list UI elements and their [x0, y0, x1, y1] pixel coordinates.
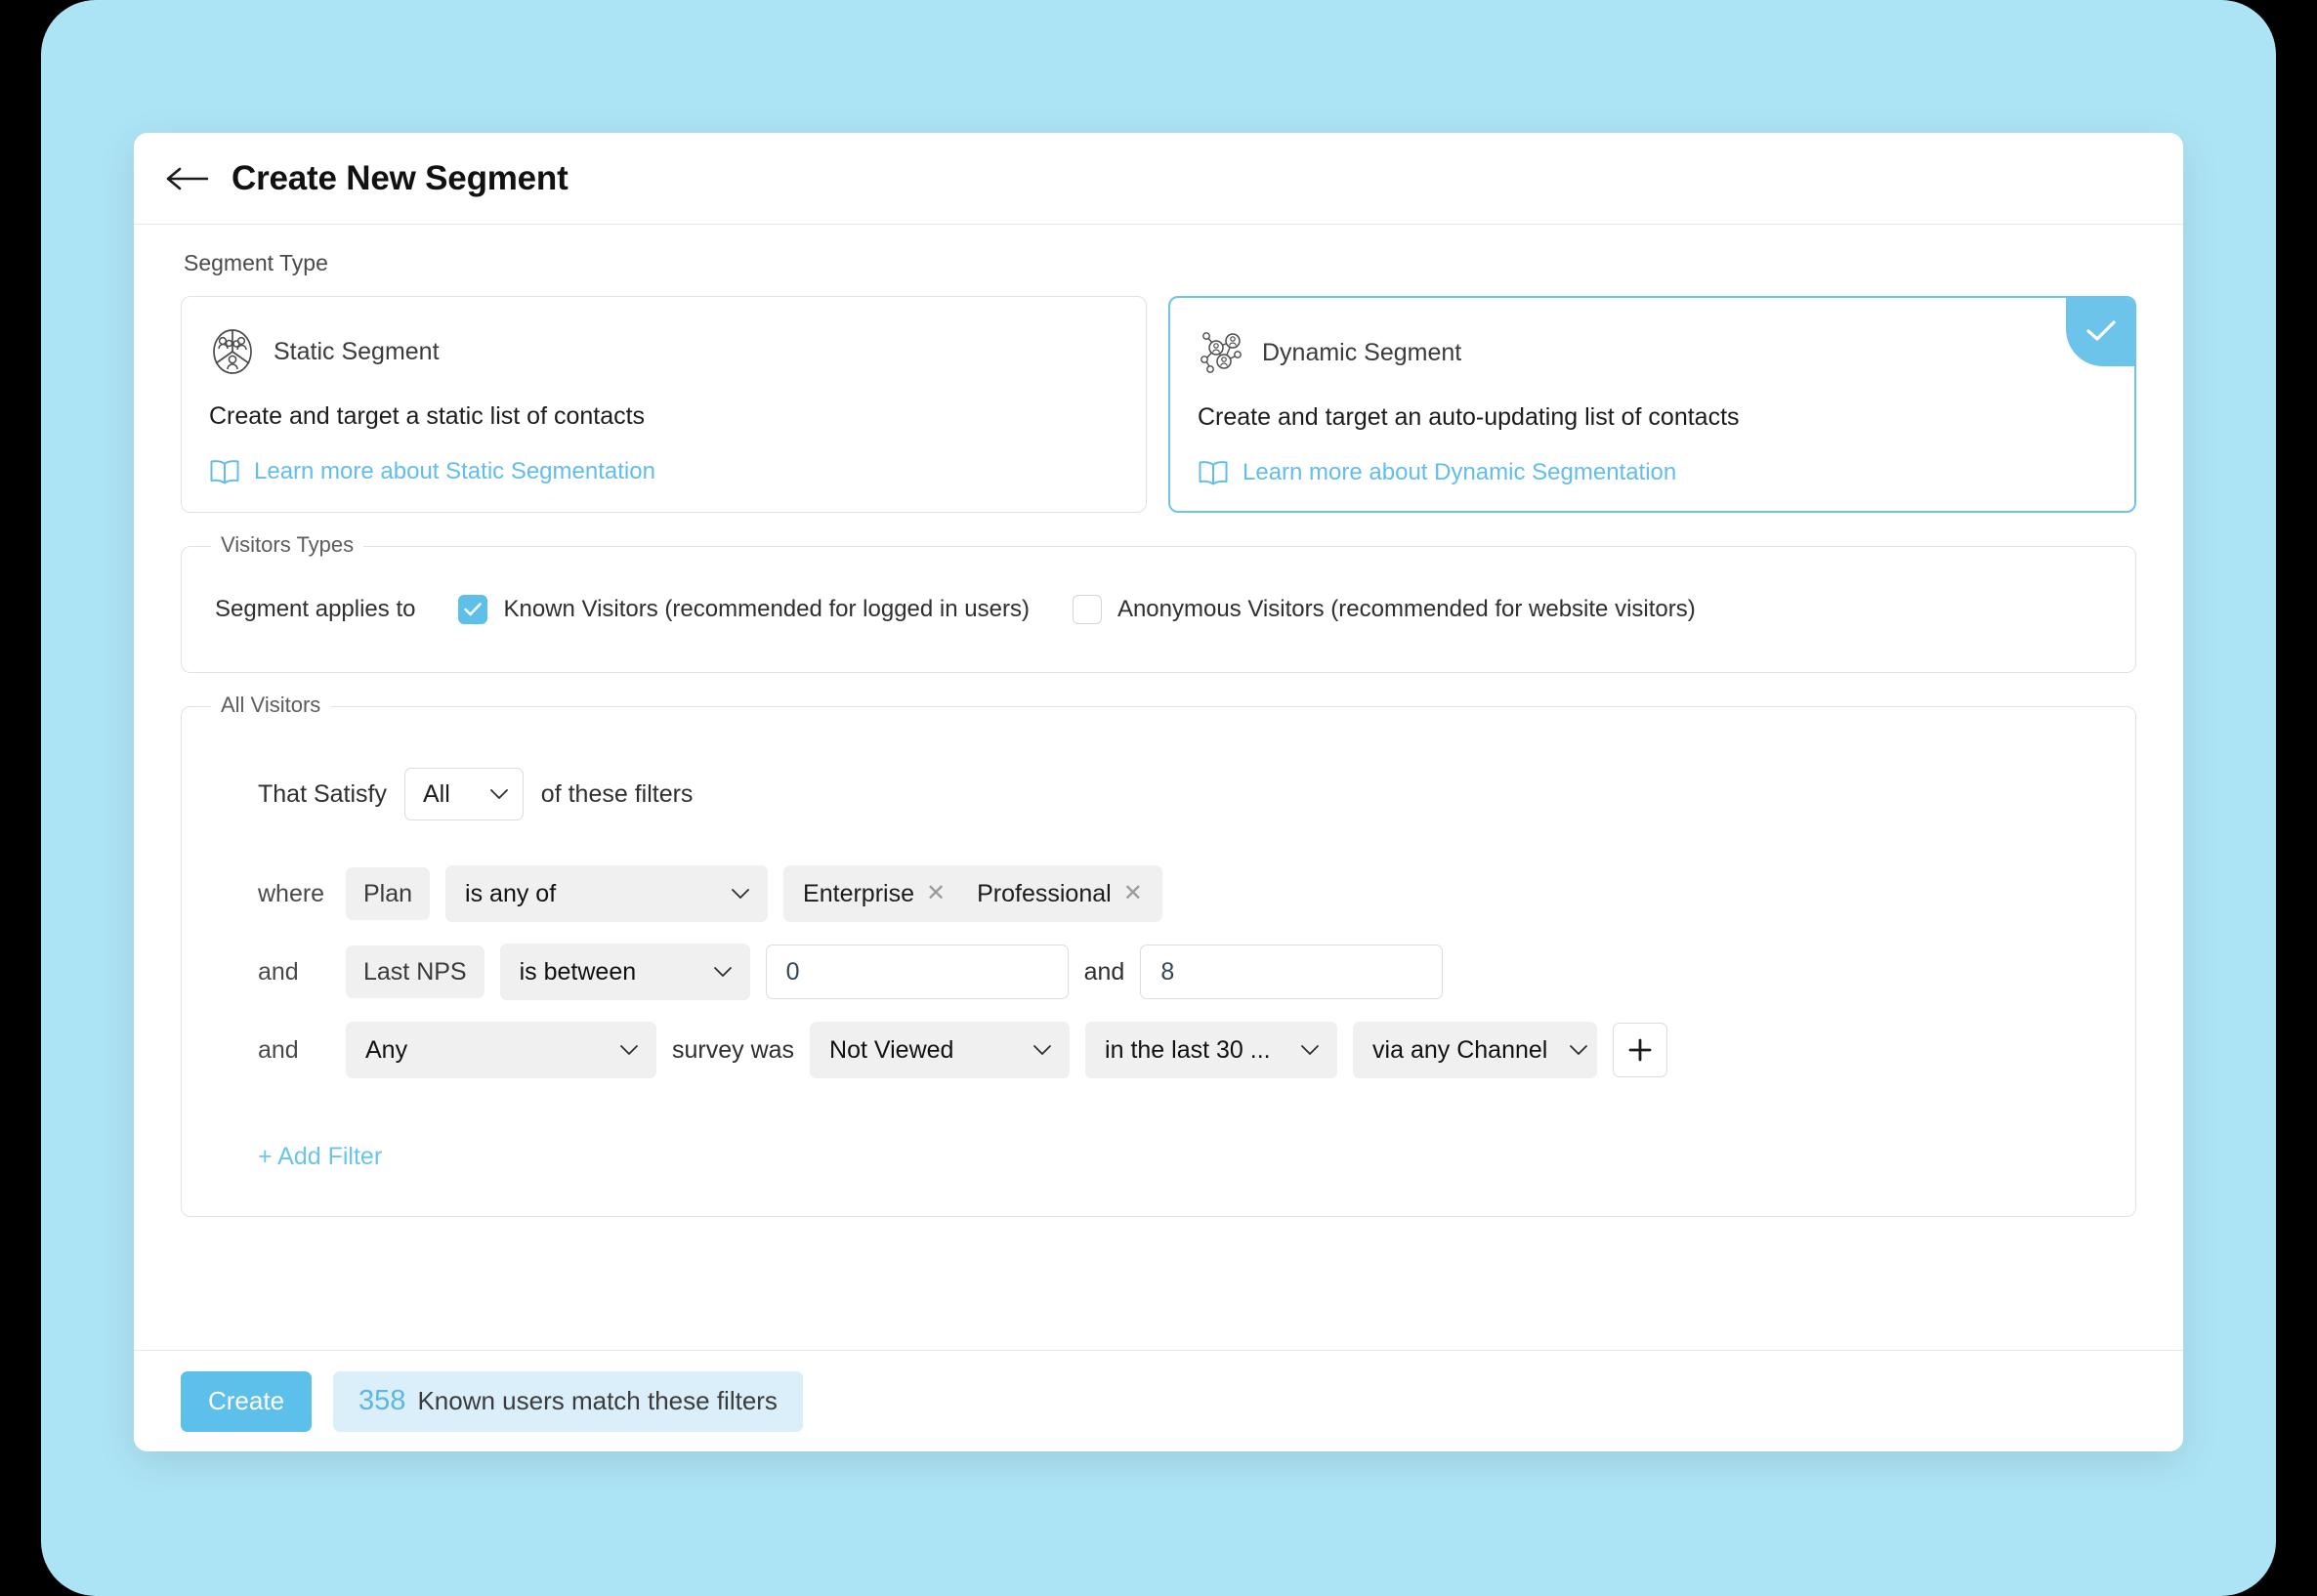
filter-channel-value: via any Channel: [1372, 1035, 1548, 1064]
chevron-down-icon: [620, 1045, 638, 1055]
dynamic-card-head: Dynamic Segment: [1198, 327, 2107, 378]
filter-conjunction-3: and: [258, 1035, 299, 1064]
visitors-types-body: Segment applies to Known Visitors (recom…: [215, 547, 2102, 672]
back-button[interactable]: [161, 159, 214, 198]
modal-footer: Create 358 Known users match these filte…: [134, 1350, 2183, 1451]
survey-was-label: survey was: [672, 1035, 795, 1064]
check-icon: [464, 603, 483, 616]
filters-body: That Satisfy All of these filters where …: [215, 707, 2102, 1216]
filter-operator-last-nps-value: is between: [519, 957, 637, 986]
segment-type-label: Segment Type: [184, 250, 328, 275]
dynamic-card-title: Dynamic Segment: [1262, 338, 1462, 366]
filter-operator-plan[interactable]: is any of: [445, 865, 769, 922]
filter-operator-plan-value: is any of: [465, 879, 557, 907]
static-learn-more-link[interactable]: Learn more about Static Segmentation: [209, 458, 1118, 485]
create-button[interactable]: Create: [181, 1370, 313, 1432]
arrow-left-icon: [166, 167, 208, 189]
check-icon: [2086, 320, 2116, 341]
dynamic-segment-icon: [1201, 332, 1242, 373]
static-segment-icon: [213, 329, 252, 374]
tag-remove-icon[interactable]: ✕: [926, 882, 946, 905]
filter-conjunction-2: and: [258, 957, 299, 986]
segment-type-card-dynamic[interactable]: Dynamic Segment Create and target an aut…: [1168, 296, 2136, 513]
filter-value-tags-plan[interactable]: Enterprise ✕ Professional ✕: [783, 865, 1162, 922]
selected-check-badge: [2066, 298, 2134, 366]
create-segment-modal: Create New Segment Segment Type Static S…: [134, 133, 2183, 1451]
match-count-chip: 358 Known users match these filters: [333, 1370, 803, 1432]
filter-survey-scope-select[interactable]: Any: [346, 1022, 656, 1078]
checkbox-box-anonymous: [1072, 595, 1102, 624]
filter-timeframe-select[interactable]: in the last 30 ...: [1085, 1022, 1338, 1078]
book-icon: [210, 460, 239, 484]
visitors-types-fieldset: Visitors Types Segment applies to Known …: [181, 532, 2136, 673]
satisfy-suffix-label: of these filters: [540, 779, 694, 808]
static-card-description: Create and target a static list of conta…: [209, 402, 646, 430]
filter-operator-last-nps[interactable]: is between: [499, 944, 750, 1000]
add-filter-link[interactable]: + Add Filter: [215, 1143, 382, 1171]
filter-channel-select[interactable]: via any Channel: [1353, 1022, 1598, 1078]
tag-label: Professional: [977, 879, 1112, 907]
nps-min-input[interactable]: [765, 945, 1069, 999]
filter-row-survey: and Any survey was Not Viewed in the las…: [215, 1022, 2102, 1078]
checkbox-box-known: [458, 595, 488, 624]
dynamic-learn-more-label: Learn more about Dynamic Segmentation: [1243, 459, 1677, 485]
segment-applies-to-label: Segment applies to: [215, 596, 416, 622]
satisfy-mode-select[interactable]: All: [404, 768, 524, 820]
match-count-value: 358: [358, 1385, 406, 1416]
chevron-down-icon: [1570, 1045, 1588, 1055]
add-survey-condition-button[interactable]: [1613, 1023, 1668, 1077]
known-visitors-checkbox[interactable]: Known Visitors (recommended for logged i…: [458, 595, 1030, 624]
satisfy-prefix-label: That Satisfy: [258, 779, 387, 808]
filter-survey-state-value: Not Viewed: [829, 1035, 954, 1064]
all-visitors-fieldset: All Visitors That Satisfy All of these f…: [181, 693, 2136, 1217]
chevron-down-icon: [1301, 1045, 1319, 1055]
between-joiner-label: and: [1083, 957, 1125, 986]
filter-field-last-nps[interactable]: Last NPS: [346, 945, 484, 998]
satisfy-row: That Satisfy All of these filters: [215, 768, 2102, 820]
chevron-down-icon: [1033, 1045, 1051, 1055]
static-learn-more-label: Learn more about Static Segmentation: [254, 458, 655, 484]
all-visitors-legend: All Visitors: [211, 693, 331, 718]
modal-body: Segment Type Static Segment Create and t…: [134, 225, 2183, 1350]
modal-header: Create New Segment: [134, 133, 2183, 225]
anonymous-visitors-checkbox[interactable]: Anonymous Visitors (recommended for webs…: [1072, 595, 1696, 624]
anonymous-visitors-label: Anonymous Visitors (recommended for webs…: [1116, 596, 1696, 622]
chevron-down-icon: [713, 967, 732, 977]
chevron-down-icon: [489, 789, 508, 799]
dynamic-card-description: Create and target an auto-updating list …: [1198, 403, 1740, 431]
filter-survey-scope-value: Any: [365, 1035, 408, 1064]
tag-label: Enterprise: [803, 879, 914, 907]
tag-item[interactable]: Enterprise ✕: [789, 871, 960, 916]
plus-icon: [1628, 1038, 1652, 1062]
chevron-down-icon: [732, 889, 749, 899]
filter-row-last-nps: and Last NPS is between and: [215, 944, 2102, 1000]
static-card-title: Static Segment: [274, 337, 440, 365]
book-icon: [1199, 461, 1228, 485]
segment-type-card-static[interactable]: Static Segment Create and target a stati…: [181, 296, 1147, 513]
match-count-text: Known users match these filters: [417, 1386, 778, 1415]
static-card-head: Static Segment: [209, 326, 1118, 377]
filter-conjunction-1: where: [258, 879, 325, 907]
satisfy-mode-value: All: [423, 779, 450, 808]
nps-max-input[interactable]: [1140, 945, 1444, 999]
filter-field-plan[interactable]: Plan: [346, 867, 431, 920]
segment-type-card-row: Static Segment Create and target a stati…: [181, 296, 2136, 513]
filter-survey-state-select[interactable]: Not Viewed: [810, 1022, 1071, 1078]
page-title: Create New Segment: [232, 158, 569, 197]
dynamic-learn-more-link[interactable]: Learn more about Dynamic Segmentation: [1198, 459, 2107, 486]
tag-remove-icon[interactable]: ✕: [1123, 882, 1143, 905]
tag-item[interactable]: Professional ✕: [963, 871, 1157, 916]
filter-row-plan: where Plan is any of Enterprise ✕ Profes…: [215, 865, 2102, 922]
known-visitors-label: Known Visitors (recommended for logged i…: [503, 596, 1030, 622]
visitors-types-legend: Visitors Types: [211, 532, 364, 558]
filter-timeframe-value: in the last 30 ...: [1105, 1035, 1271, 1064]
